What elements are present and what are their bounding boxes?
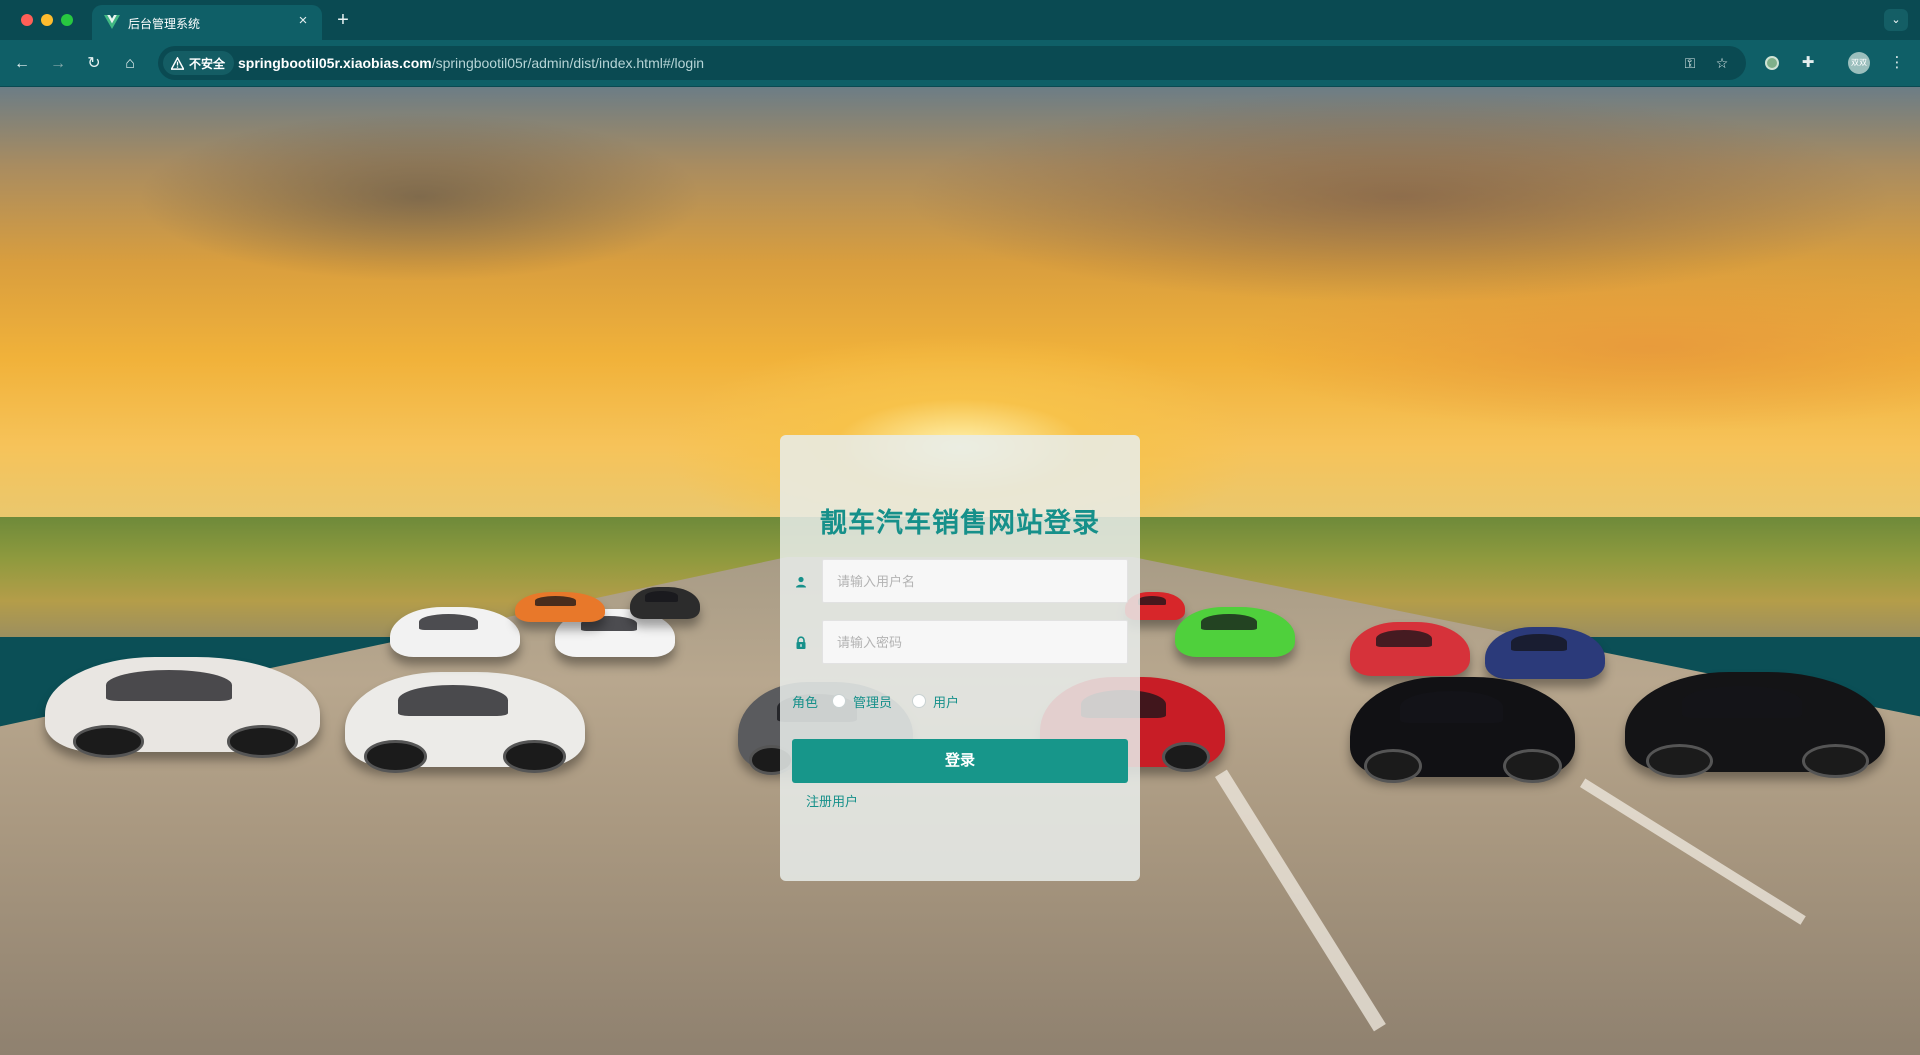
reload-icon[interactable]: ↻ xyxy=(82,52,106,76)
car-silhouette xyxy=(1175,607,1295,657)
home-icon[interactable]: ⌂ xyxy=(118,52,142,76)
profile-avatar[interactable]: 双双 xyxy=(1848,52,1870,74)
tab-title: 后台管理系统 xyxy=(128,17,201,31)
register-link[interactable]: 注册用户 xyxy=(806,791,858,810)
car-silhouette xyxy=(1350,677,1575,783)
back-icon[interactable]: ← xyxy=(10,52,34,76)
browser-toolbar: ← → ↻ ⌂ 不安全 springbootil05r.xiaobias.com… xyxy=(0,40,1920,87)
security-chip[interactable]: 不安全 xyxy=(163,51,235,75)
url-text[interactable]: springbootil05r.xiaobias.com/springbooti… xyxy=(238,55,704,71)
user-icon xyxy=(796,576,806,588)
role-option-admin[interactable]: 管理员 xyxy=(853,692,892,711)
star-icon[interactable]: ☆ xyxy=(1712,53,1732,73)
new-tab-button[interactable]: + xyxy=(332,9,354,31)
car-silhouette xyxy=(515,592,605,622)
login-button[interactable]: 登录 xyxy=(792,739,1128,783)
car-silhouette xyxy=(1485,627,1605,679)
lock-icon xyxy=(796,636,806,649)
close-window-button[interactable] xyxy=(21,14,33,26)
username-input[interactable] xyxy=(822,559,1128,603)
login-page: 靓车汽车销售网站登录 角色 管理员 用户 登录 注册用户 xyxy=(0,87,1920,1055)
car-silhouette xyxy=(345,672,585,773)
tab-search-chevron-icon[interactable]: ⌄ xyxy=(1884,9,1908,31)
key-icon[interactable]: ⚿ xyxy=(1680,53,1700,73)
car-silhouette xyxy=(630,587,700,619)
car-silhouette xyxy=(1350,622,1470,676)
role-option-user[interactable]: 用户 xyxy=(933,692,959,711)
role-radio-user[interactable] xyxy=(912,694,927,708)
car-silhouette xyxy=(1625,672,1885,778)
forward-icon[interactable]: → xyxy=(46,52,70,76)
maximize-window-button[interactable] xyxy=(61,14,73,26)
login-form-card: 靓车汽车销售网站登录 角色 管理员 用户 登录 注册用户 xyxy=(780,435,1140,881)
car-silhouette xyxy=(390,607,520,657)
role-selector: 角色 管理员 用户 xyxy=(792,691,979,711)
car-silhouette xyxy=(45,657,320,758)
puzzle-icon[interactable]: ✚ xyxy=(1797,52,1819,74)
address-bar[interactable]: 不安全 springbootil05r.xiaobias.com/springb… xyxy=(158,46,1746,80)
security-label: 不安全 xyxy=(189,56,226,71)
minimize-window-button[interactable] xyxy=(41,14,53,26)
url-host: springbootil05r.xiaobias.com xyxy=(238,55,432,71)
role-radio-admin[interactable] xyxy=(832,694,847,708)
warning-icon xyxy=(171,56,184,70)
url-path: /springbootil05r/admin/dist/index.html#/… xyxy=(431,55,705,71)
browser-tab-bar: 后台管理系统 × + ⌄ xyxy=(0,0,1920,40)
vue-logo-icon xyxy=(104,15,120,29)
role-label: 角色 xyxy=(792,694,819,710)
password-input[interactable] xyxy=(822,620,1128,664)
login-title: 靓车汽车销售网站登录 xyxy=(820,508,1100,538)
kebab-menu-icon[interactable]: ⋮ xyxy=(1886,52,1908,74)
browser-tab-active[interactable]: 后台管理系统 × xyxy=(92,5,322,40)
tab-close-icon[interactable]: × xyxy=(294,12,312,30)
extension-icon[interactable] xyxy=(1761,52,1783,74)
